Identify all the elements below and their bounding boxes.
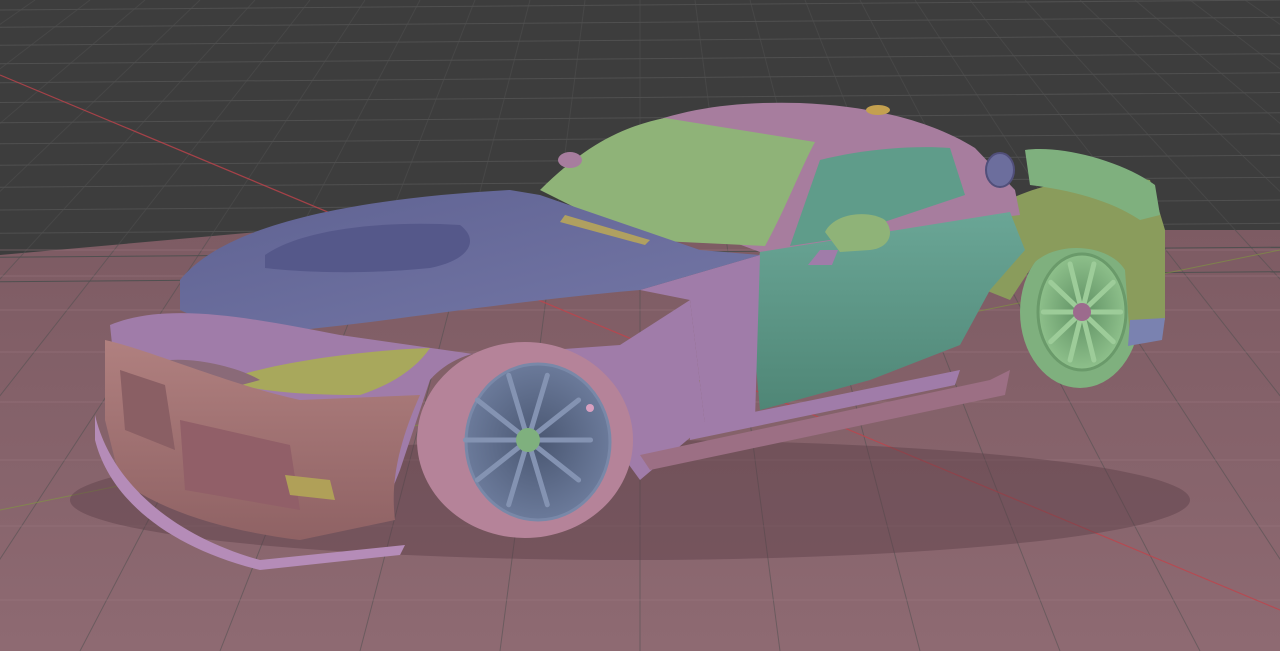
- rear-hub: [1073, 303, 1091, 321]
- front-hub: [516, 428, 540, 452]
- left-mirror-stub: [558, 152, 582, 168]
- viewport-canvas[interactable]: [0, 0, 1280, 651]
- front-wheel: [417, 342, 633, 538]
- front-caliper: [586, 404, 594, 412]
- fuel-cap: [985, 152, 1015, 188]
- roof-antenna: [866, 105, 890, 115]
- 3d-viewport[interactable]: [0, 0, 1280, 651]
